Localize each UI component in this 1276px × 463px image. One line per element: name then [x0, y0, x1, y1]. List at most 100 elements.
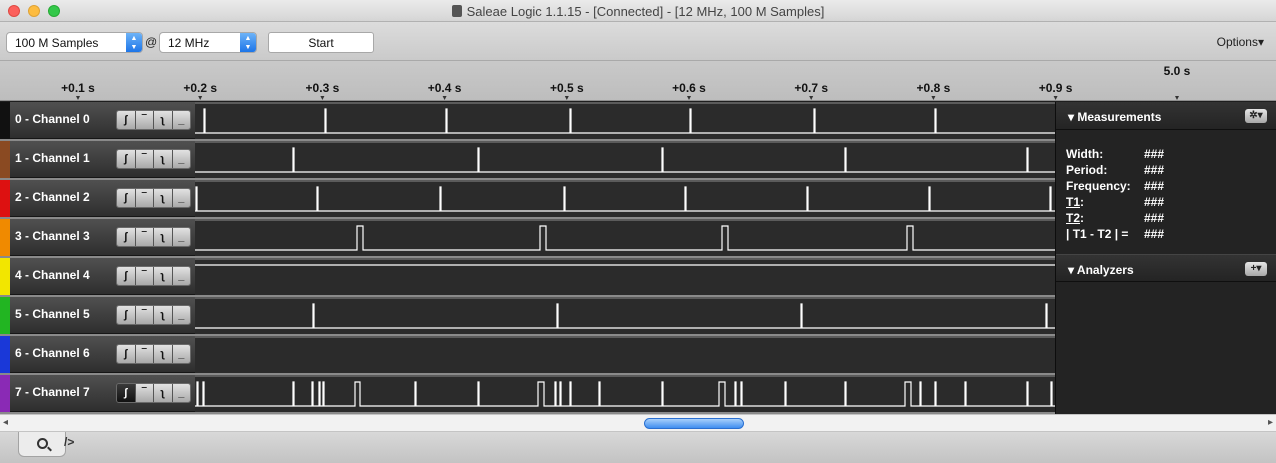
- falling-edge-trigger-button[interactable]: ʅ: [154, 306, 173, 324]
- total-time-label: 5.0 s: [1164, 64, 1191, 78]
- channel-label[interactable]: 2 - Channel 2: [15, 190, 90, 204]
- search-tab[interactable]: [18, 432, 66, 457]
- t2-link[interactable]: T2: [1066, 211, 1080, 225]
- time-tick-label: +0.1 s: [61, 81, 95, 95]
- tab-expand-arrow[interactable]: />: [64, 435, 74, 449]
- falling-edge-trigger-button[interactable]: ʅ: [154, 228, 173, 246]
- channel-label[interactable]: 1 - Channel 1: [15, 151, 90, 165]
- measurement-value: ###: [1144, 227, 1165, 241]
- analyzers-title-text: Analyzers: [1076, 263, 1134, 277]
- falling-edge-trigger-button[interactable]: ʅ: [154, 189, 173, 207]
- t1-link[interactable]: T1: [1066, 195, 1080, 209]
- analyzers-header[interactable]: ▾ Analyzers +▾: [1056, 254, 1276, 282]
- start-button[interactable]: Start: [268, 32, 374, 53]
- options-menu[interactable]: Options▾: [1217, 35, 1264, 49]
- channel-label[interactable]: 4 - Channel 4: [15, 268, 90, 282]
- channel-waveform[interactable]: [195, 219, 1055, 256]
- high-level-trigger-button[interactable]: ‾: [135, 306, 154, 324]
- channel-waveform[interactable]: [195, 141, 1055, 178]
- channel-waveform[interactable]: [195, 180, 1055, 217]
- trigger-buttons: ʃ ‾ ʅ _: [116, 266, 191, 286]
- high-level-trigger-button[interactable]: ‾: [135, 189, 154, 207]
- low-level-trigger-button[interactable]: _: [172, 384, 190, 402]
- low-level-trigger-button[interactable]: _: [172, 111, 190, 129]
- bottom-bar: />: [0, 432, 1276, 463]
- channel-label[interactable]: 6 - Channel 6: [15, 346, 90, 360]
- channel-waveform[interactable]: [195, 297, 1055, 334]
- channel-color-swatch: [0, 102, 10, 139]
- high-level-trigger-button[interactable]: ‾: [135, 384, 154, 402]
- channel-label[interactable]: 0 - Channel 0: [15, 112, 90, 126]
- add-analyzer-button[interactable]: +▾: [1245, 262, 1267, 276]
- scroll-thumb[interactable]: [644, 418, 744, 429]
- falling-edge-trigger-button[interactable]: ʅ: [154, 345, 173, 363]
- channel-color-swatch: [0, 141, 10, 178]
- measurement-value: ###: [1144, 147, 1165, 161]
- trigger-buttons: ʃ ‾ ʅ _: [116, 344, 191, 364]
- high-level-trigger-button[interactable]: ‾: [135, 111, 154, 129]
- search-icon: [37, 438, 48, 449]
- rising-edge-trigger-button[interactable]: ʃ: [117, 111, 136, 129]
- low-level-trigger-button[interactable]: _: [172, 189, 190, 207]
- waveform-svg: [195, 147, 1055, 173]
- waveform-svg: [195, 264, 1055, 266]
- sample-rate-select[interactable]: 12 MHz ▲ ▼: [159, 32, 257, 53]
- select-arrows-icon: ▲ ▼: [240, 33, 256, 52]
- sample-rate-value: 12 MHz: [168, 36, 210, 50]
- channel-waveform[interactable]: [195, 258, 1055, 295]
- horizontal-scrollbar[interactable]: ◂ ▸: [0, 414, 1276, 432]
- scroll-left-arrow-icon[interactable]: ◂: [3, 417, 8, 428]
- window-title-wrap: Saleae Logic 1.1.15 - [Connected] - [12 …: [0, 4, 1276, 19]
- falling-edge-trigger-button[interactable]: ʅ: [154, 267, 173, 285]
- falling-edge-trigger-button[interactable]: ʅ: [154, 111, 173, 129]
- falling-edge-trigger-button[interactable]: ʅ: [154, 384, 173, 402]
- sample-count-select[interactable]: 100 M Samples ▲ ▼: [6, 32, 143, 53]
- channel-row-7: 7 - Channel 7 ʃ ‾ ʅ _: [0, 375, 1055, 414]
- scroll-right-arrow-icon[interactable]: ▸: [1268, 417, 1273, 428]
- time-tick-label: +0.2 s: [183, 81, 217, 95]
- rising-edge-trigger-button[interactable]: ʃ: [117, 345, 136, 363]
- time-tick-label: +0.9 s: [1039, 81, 1073, 95]
- low-level-trigger-button[interactable]: _: [172, 228, 190, 246]
- rising-edge-trigger-button[interactable]: ʃ: [117, 189, 136, 207]
- rising-edge-trigger-button[interactable]: ʃ: [117, 384, 136, 402]
- trigger-buttons: ʃ ‾ ʅ _: [116, 110, 191, 130]
- time-tick-marker: [564, 96, 569, 100]
- rising-edge-trigger-button[interactable]: ʃ: [117, 150, 136, 168]
- high-level-trigger-button[interactable]: ‾: [135, 345, 154, 363]
- measurements-gear-button[interactable]: ✲▾: [1245, 109, 1267, 123]
- trigger-buttons: ʃ ‾ ʅ _: [116, 149, 191, 169]
- high-level-trigger-button[interactable]: ‾: [135, 267, 154, 285]
- high-level-trigger-button[interactable]: ‾: [135, 150, 154, 168]
- channel-row-5: 5 - Channel 5 ʃ ‾ ʅ _: [0, 297, 1055, 336]
- measurements-header[interactable]: ▾ Measurements ✲▾: [1056, 102, 1276, 130]
- waveform-trace: [195, 225, 1055, 251]
- measurement-label-t2: T2:: [1066, 211, 1085, 225]
- low-level-trigger-button[interactable]: _: [172, 267, 190, 285]
- saleae-logic-window: Saleae Logic 1.1.15 - [Connected] - [12 …: [0, 0, 1276, 463]
- channel-label[interactable]: 7 - Channel 7: [15, 385, 90, 399]
- low-level-trigger-button[interactable]: _: [172, 306, 190, 324]
- channel-waveform[interactable]: [195, 336, 1055, 373]
- sample-count-value: 100 M Samples: [15, 36, 99, 50]
- waveform-trace: [195, 147, 1055, 173]
- time-ruler[interactable]: +0.1 s +0.2 s +0.3 s +0.4 s +0.5 s +0.6 s +0.7…: [0, 61, 1276, 101]
- waveform-trace: [195, 186, 1055, 212]
- channel-waveform[interactable]: [195, 102, 1055, 139]
- waveform-svg: [195, 381, 1055, 407]
- low-level-trigger-button[interactable]: _: [172, 345, 190, 363]
- low-level-trigger-button[interactable]: _: [172, 150, 190, 168]
- rising-edge-trigger-button[interactable]: ʃ: [117, 267, 136, 285]
- channel-color-swatch: [0, 336, 10, 373]
- channel-label[interactable]: 3 - Channel 3: [15, 229, 90, 243]
- high-level-trigger-button[interactable]: ‾: [135, 228, 154, 246]
- channel-waveform[interactable]: [195, 375, 1055, 412]
- total-time-marker: [1175, 96, 1179, 100]
- channel-label[interactable]: 5 - Channel 5: [15, 307, 90, 321]
- measurements-title: ▾ Measurements: [1068, 110, 1162, 124]
- rising-edge-trigger-button[interactable]: ʃ: [117, 228, 136, 246]
- falling-edge-trigger-button[interactable]: ʅ: [154, 150, 173, 168]
- waveform-svg: [195, 225, 1055, 251]
- waveform-trace: [195, 108, 1055, 134]
- rising-edge-trigger-button[interactable]: ʃ: [117, 306, 136, 324]
